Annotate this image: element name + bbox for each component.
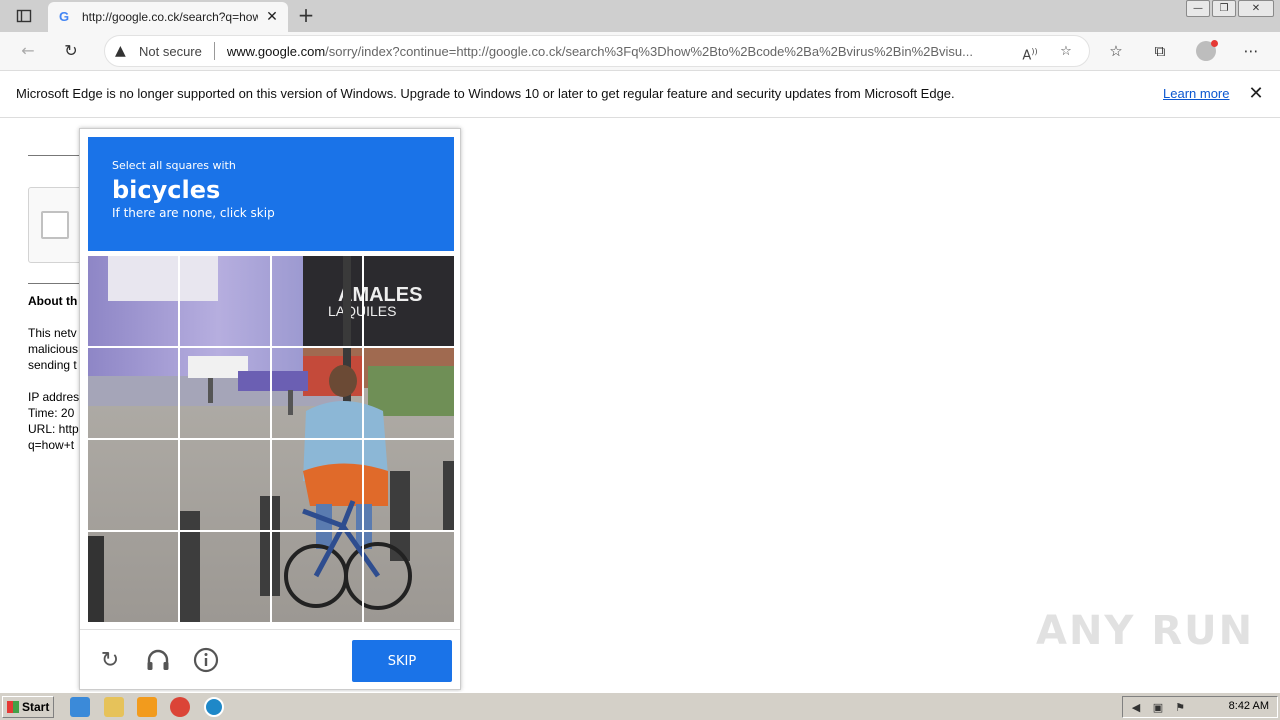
new-tab-button[interactable]: +	[294, 4, 318, 28]
google-favicon-icon: G	[58, 9, 70, 24]
minimize-button[interactable]: —	[1186, 0, 1210, 17]
windows-flag-icon	[7, 701, 19, 713]
read-aloud-icon[interactable]: A))	[1021, 43, 1039, 63]
volume-icon[interactable]: ◀	[1129, 701, 1143, 715]
chrome-icon[interactable]	[170, 697, 190, 717]
collections-icon[interactable]: ⧉	[1149, 40, 1171, 62]
tab-actions-icon	[16, 9, 32, 23]
tab-strip: G http://google.co.ck/search?q=how+to+co…	[0, 0, 1280, 32]
unsupported-os-infobar: Microsoft Edge is no longer supported on…	[0, 70, 1280, 118]
tab-actions-button[interactable]	[8, 4, 40, 28]
window-close-button[interactable]: ✕	[1238, 0, 1274, 17]
learn-more-link[interactable]: Learn more	[1163, 86, 1229, 101]
grid-lines	[88, 256, 454, 622]
start-label: Start	[22, 700, 50, 714]
start-button[interactable]: Start	[2, 696, 54, 718]
page-text-line: This netv	[28, 326, 77, 340]
edge-icon[interactable]	[204, 697, 224, 717]
anyrun-watermark: ANY RUN	[1036, 608, 1255, 654]
taskbar: Start ◀ ▣ ⚑ 8:42 AM	[0, 692, 1280, 720]
network-icon[interactable]: ▣	[1151, 701, 1165, 715]
more-menu-icon[interactable]: ⋯	[1240, 40, 1262, 62]
infobar-message: Microsoft Edge is no longer supported on…	[16, 86, 955, 101]
refresh-button[interactable]: ↻	[58, 39, 84, 63]
page-text-line: Time: 20	[28, 406, 75, 420]
url-host: www.google.com	[226, 43, 326, 59]
window-controls: — ❐ ✕	[1186, 0, 1274, 18]
ie-icon[interactable]	[70, 697, 90, 717]
challenge-footer: ↻ SKIP	[80, 629, 460, 691]
toolbar: ← ↻ ▲ Not secure www.google.com/sorry/in…	[0, 32, 1280, 70]
explorer-icon[interactable]	[104, 697, 124, 717]
refresh-icon: ↻	[64, 41, 78, 60]
media-player-icon[interactable]	[137, 697, 157, 717]
restore-button[interactable]: ❐	[1212, 0, 1236, 17]
not-secure-label[interactable]: Not secure	[139, 44, 202, 59]
back-arrow-icon: ←	[21, 41, 35, 60]
headphones-icon[interactable]	[144, 647, 172, 675]
tab-title: http://google.co.ck/search?q=how+to+code…	[82, 10, 258, 24]
address-bar[interactable]: ▲ Not secure www.google.com/sorry/index?…	[104, 35, 1090, 67]
url-text[interactable]: www.google.com/sorry/index?continue=http…	[227, 44, 1009, 59]
info-icon[interactable]	[192, 647, 220, 675]
challenge-target: bicycles	[112, 176, 221, 204]
active-tab[interactable]: G http://google.co.ck/search?q=how+to+co…	[48, 2, 288, 32]
challenge-header: Select all squares with bicycles If ther…	[88, 137, 454, 251]
page-text-line: q=how+t	[28, 438, 75, 452]
action-center-flag-icon[interactable]: ⚑	[1173, 701, 1187, 715]
address-separator	[213, 42, 215, 60]
reload-icon[interactable]: ↻	[96, 647, 124, 675]
warning-icon: ▲	[115, 43, 126, 59]
profile-avatar[interactable]	[1196, 40, 1218, 61]
page-text-line: sending t	[28, 358, 77, 372]
infobar-close-icon[interactable]: ✕	[1246, 84, 1266, 104]
system-tray: ◀ ▣ ⚑ 8:42 AM	[1122, 696, 1278, 718]
tab-close-icon[interactable]: ✕	[264, 9, 280, 25]
challenge-instruction: Select all squares with	[112, 159, 236, 172]
page-text-line: malicious	[28, 342, 79, 356]
favorites-icon[interactable]: ☆	[1105, 40, 1127, 62]
recaptcha-challenge-dialog: Select all squares with bicycles If ther…	[79, 128, 461, 690]
recaptcha-checkbox[interactable]	[41, 211, 69, 239]
page-text-line: IP addres	[28, 390, 80, 404]
add-favorite-icon[interactable]: ☆	[1057, 43, 1075, 61]
back-button[interactable]: ←	[15, 39, 41, 63]
clock[interactable]: 8:42 AM	[1229, 700, 1269, 712]
skip-button[interactable]: SKIP	[352, 640, 452, 682]
page-text-line: URL: http	[28, 422, 79, 436]
about-heading: About th	[28, 294, 78, 308]
challenge-hint: If there are none, click skip	[112, 206, 275, 220]
url-path: /sorry/index?continue=http://google.co.c…	[325, 43, 973, 59]
